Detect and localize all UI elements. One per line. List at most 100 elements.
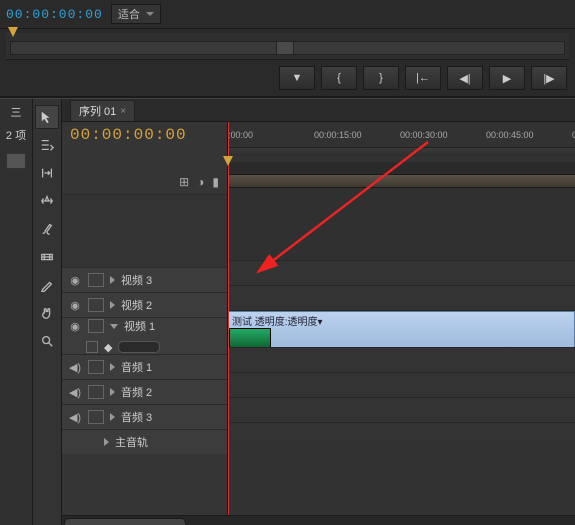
- timeline-zoom-scrollbar[interactable]: [62, 515, 575, 525]
- track-content-area[interactable]: :00:00 00:00:15:00 00:00:30:00 00:00:45:…: [228, 122, 575, 515]
- project-panel-edge: 三 2 项: [0, 99, 33, 525]
- tick-label: 00:00:45:00: [486, 130, 572, 148]
- add-marker-button[interactable]: ▼: [279, 66, 315, 90]
- track-header-audio3[interactable]: ◀) 音频 3: [62, 404, 227, 429]
- track-header-video2[interactable]: ◉ 视频 2: [62, 292, 227, 317]
- program-scrubber[interactable]: [6, 33, 569, 60]
- track-header-audio1[interactable]: ◀) 音频 1: [62, 354, 227, 379]
- slip-tool[interactable]: [35, 245, 59, 269]
- ruler-ticks: :00:00 00:00:15:00 00:00:30:00 00:00:45:…: [228, 130, 575, 148]
- main-area: 三 2 项 序列 01 × 00:00:00:00: [0, 98, 575, 525]
- work-area-bar[interactable]: [228, 175, 575, 188]
- timeline-panel: 序列 01 × 00:00:00:00 ⊞ ◑ ▮ ◉: [62, 99, 575, 525]
- expand-icon[interactable]: [110, 324, 118, 329]
- panel-menu-icon[interactable]: 三: [0, 107, 32, 120]
- marker-panel-icon[interactable]: ◑: [197, 175, 204, 189]
- rate-stretch-tool[interactable]: [35, 189, 59, 213]
- speaker-icon[interactable]: ◀): [68, 411, 82, 424]
- lane-video3[interactable]: [228, 260, 575, 285]
- track-label: 视频 2: [121, 297, 152, 313]
- timeline-display-options: ⊞ ◑ ▮: [62, 170, 227, 195]
- play-button[interactable]: ▶: [489, 66, 525, 90]
- clip-thumbnail: [229, 328, 271, 348]
- keyframe-nav-icon[interactable]: ◆: [104, 341, 112, 354]
- close-icon[interactable]: ×: [120, 106, 126, 117]
- zoom-tool[interactable]: [35, 329, 59, 353]
- eye-icon[interactable]: ◉: [68, 274, 82, 287]
- collapse-icon[interactable]: [110, 301, 115, 309]
- razor-tool[interactable]: [35, 217, 59, 241]
- timeline-body: 00:00:00:00 ⊞ ◑ ▮ ◉ 视频 3 ◉: [62, 122, 575, 515]
- lane-master[interactable]: [228, 422, 575, 447]
- bin-icon[interactable]: [6, 153, 26, 169]
- ripple-edit-tool[interactable]: [35, 161, 59, 185]
- collapse-icon[interactable]: [110, 363, 115, 371]
- timeline-tab-bar: 序列 01 ×: [62, 99, 575, 122]
- time-ruler[interactable]: :00:00 00:00:15:00 00:00:30:00 00:00:45:…: [228, 122, 575, 162]
- track-header-audio2[interactable]: ◀) 音频 2: [62, 379, 227, 404]
- snap-icon[interactable]: ⊞: [179, 175, 189, 189]
- scrubber-handle[interactable]: [276, 41, 294, 55]
- tick-label: 00:00:15:00: [314, 130, 400, 148]
- sequence-tab[interactable]: 序列 01 ×: [70, 100, 135, 121]
- keyframe-toggle[interactable]: [86, 341, 98, 353]
- step-back-button[interactable]: ◀|: [447, 66, 483, 90]
- lock-toggle[interactable]: [88, 298, 104, 312]
- collapse-icon[interactable]: [110, 276, 115, 284]
- lane-audio3[interactable]: [228, 397, 575, 422]
- playhead-line[interactable]: [228, 122, 229, 515]
- track-header-video1[interactable]: ◉ 视频 1 ◆: [62, 317, 227, 354]
- transport-controls: ▼ { } |← ◀| ▶ |▶: [0, 60, 575, 98]
- clip-label: 测试 透明度:透明度▾: [232, 317, 323, 328]
- track-select-tool[interactable]: [35, 133, 59, 157]
- item-count: 2 项: [0, 130, 32, 143]
- track-label: 主音轨: [115, 434, 148, 450]
- chevron-down-icon: [146, 12, 154, 16]
- speaker-icon[interactable]: ◀): [68, 361, 82, 374]
- lane-audio2[interactable]: [228, 372, 575, 397]
- tick-label: :00:00: [228, 130, 314, 148]
- pen-tool[interactable]: [35, 273, 59, 297]
- lock-toggle[interactable]: [88, 385, 104, 399]
- step-forward-button[interactable]: |▶: [531, 66, 567, 90]
- opacity-slider[interactable]: [118, 341, 160, 353]
- mark-out-button[interactable]: }: [363, 66, 399, 90]
- collapse-icon[interactable]: [110, 413, 115, 421]
- tick-label: 00:00:30:00: [400, 130, 486, 148]
- lock-toggle[interactable]: [88, 273, 104, 287]
- video-clip[interactable]: 测试 透明度:透明度▾: [228, 311, 575, 349]
- ruler-bar[interactable]: [228, 147, 575, 156]
- track-header-video3[interactable]: ◉ 视频 3: [62, 267, 227, 292]
- track-header-column: 00:00:00:00 ⊞ ◑ ▮ ◉ 视频 3 ◉: [62, 122, 228, 515]
- collapse-icon[interactable]: [104, 438, 109, 446]
- collapse-icon[interactable]: [110, 388, 115, 396]
- hand-tool[interactable]: [35, 301, 59, 325]
- lane-video1[interactable]: 测试 透明度:透明度▾: [228, 310, 575, 347]
- track-label: 视频 1: [124, 318, 155, 334]
- marker-row[interactable]: [228, 162, 575, 175]
- settings-icon[interactable]: ▮: [212, 175, 219, 189]
- lock-toggle[interactable]: [88, 360, 104, 374]
- eye-icon[interactable]: ◉: [68, 299, 82, 312]
- eye-icon[interactable]: ◉: [68, 320, 82, 333]
- track-label: 音频 2: [121, 384, 152, 400]
- tool-palette: [33, 99, 62, 525]
- current-time-row: 00:00:00:00: [62, 122, 227, 170]
- track-header-master[interactable]: 主音轨: [62, 429, 227, 454]
- scrubber-playhead-icon[interactable]: [8, 27, 18, 37]
- speaker-icon[interactable]: ◀): [68, 386, 82, 399]
- lane-video2[interactable]: [228, 285, 575, 310]
- zoom-thumb[interactable]: [64, 518, 186, 525]
- goto-in-button[interactable]: |←: [405, 66, 441, 90]
- lock-toggle[interactable]: [88, 319, 104, 333]
- lock-toggle[interactable]: [88, 410, 104, 424]
- selection-tool[interactable]: [35, 105, 59, 129]
- lane-audio1[interactable]: [228, 347, 575, 372]
- top-bar: 00:00:00:00 适合: [0, 0, 575, 29]
- mark-in-button[interactable]: {: [321, 66, 357, 90]
- fit-dropdown[interactable]: 适合: [111, 4, 161, 24]
- sequence-timecode[interactable]: 00:00:00:00: [70, 126, 219, 144]
- sequence-tab-label: 序列 01: [79, 103, 116, 119]
- program-timecode[interactable]: 00:00:00:00: [6, 7, 103, 22]
- fit-label: 适合: [118, 6, 140, 22]
